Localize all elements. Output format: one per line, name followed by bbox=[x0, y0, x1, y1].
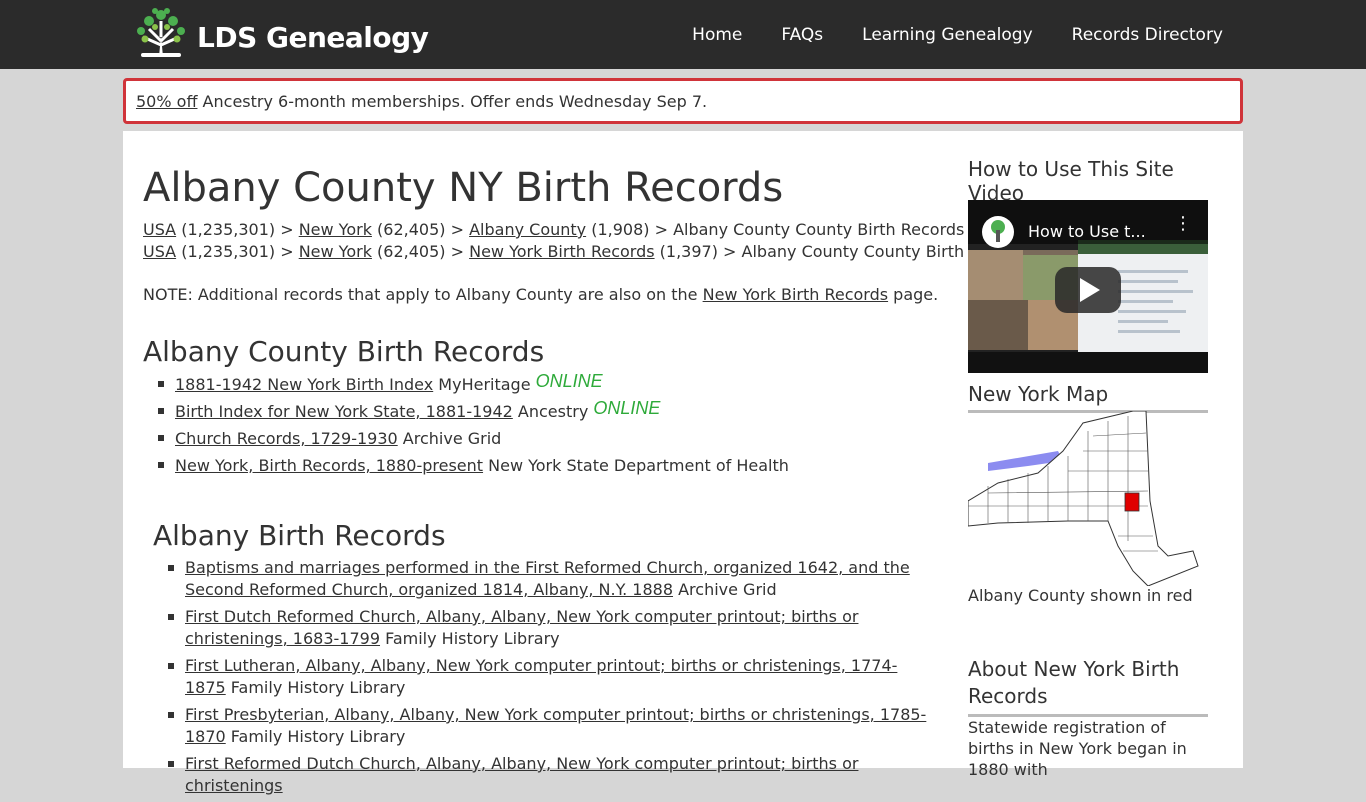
record-source: MyHeritage bbox=[433, 375, 536, 394]
list-item: First Presbyterian, Albany, Albany, New … bbox=[168, 704, 935, 748]
albany-records-list: Baptisms and marriages performed in the … bbox=[153, 557, 935, 802]
nav-home[interactable]: Home bbox=[692, 25, 742, 45]
record-source: Family History Library bbox=[225, 727, 406, 746]
record-source: Family History Library bbox=[380, 629, 560, 648]
video-title[interactable]: How to Use t... bbox=[1028, 222, 1146, 241]
nav-records-directory[interactable]: Records Directory bbox=[1072, 25, 1223, 45]
breadcrumb-link-new-york[interactable]: New York bbox=[299, 242, 372, 261]
record-source: Family History Library bbox=[225, 678, 406, 697]
breadcrumb: USA (1,235,301) > New York (62,405) > Ne… bbox=[143, 241, 1071, 263]
record-link[interactable]: New York, Birth Records, 1880-present bbox=[175, 456, 483, 475]
promo-link[interactable]: 50% off bbox=[136, 92, 197, 111]
record-source: New York State Department of Health bbox=[483, 456, 789, 475]
online-badge: ONLINE bbox=[593, 398, 661, 418]
breadcrumb: USA (1,235,301) > New York (62,405) > Al… bbox=[143, 219, 1071, 241]
breadcrumb-count: (1,235,301) > bbox=[176, 242, 299, 261]
list-item: First Lutheran, Albany, Albany, New York… bbox=[168, 655, 935, 699]
record-link[interactable]: Baptisms and marriages performed in the … bbox=[185, 558, 910, 599]
record-link[interactable]: First Reformed Dutch Church, Albany, Alb… bbox=[185, 754, 858, 795]
site-logo[interactable]: LDS Genealogy bbox=[131, 7, 429, 59]
breadcrumb-count: (1,908) > Albany County County Birth Rec… bbox=[586, 220, 1003, 239]
new-york-map bbox=[968, 411, 1199, 586]
promo-text: 50% off Ancestry 6-month memberships. Of… bbox=[136, 92, 707, 111]
nav-faqs[interactable]: FAQs bbox=[781, 25, 823, 45]
list-item: 1881-1942 New York Birth Index MyHeritag… bbox=[158, 371, 789, 398]
top-navbar: LDS Genealogy Home FAQs Learning Genealo… bbox=[0, 0, 1366, 69]
breadcrumb-link-usa[interactable]: USA bbox=[143, 220, 176, 239]
list-item: Baptisms and marriages performed in the … bbox=[168, 557, 935, 601]
record-link[interactable]: Church Records, 1729-1930 bbox=[175, 429, 398, 448]
record-source: Ancestry bbox=[512, 402, 594, 421]
breadcrumb-count: (62,405) > bbox=[371, 242, 470, 261]
page-title: Albany County NY Birth Records bbox=[143, 165, 784, 211]
record-source: Archive Grid bbox=[397, 429, 502, 448]
list-item: New York, Birth Records, 1880-present Ne… bbox=[158, 452, 789, 479]
breadcrumb-link-usa[interactable]: USA bbox=[143, 242, 176, 261]
sidebar-heading-map: New York Map bbox=[968, 382, 1208, 413]
county-records-list: 1881-1942 New York Birth Index MyHeritag… bbox=[143, 371, 789, 479]
record-link[interactable]: Birth Index for New York State, 1881-194… bbox=[175, 402, 513, 421]
list-item: Birth Index for New York State, 1881-194… bbox=[158, 398, 789, 425]
breadcrumbs: USA (1,235,301) > New York (62,405) > Al… bbox=[143, 219, 1071, 263]
promo-message: Ancestry 6-month memberships. Offer ends… bbox=[197, 92, 708, 111]
list-item: First Reformed Dutch Church, Albany, Alb… bbox=[168, 753, 935, 797]
video-player[interactable]: How to Use t... ⋮ bbox=[968, 200, 1208, 373]
promo-banner: 50% off Ancestry 6-month memberships. Of… bbox=[123, 78, 1243, 124]
note-link[interactable]: New York Birth Records bbox=[703, 285, 888, 304]
content-panel: Albany County NY Birth Records USA (1,23… bbox=[123, 131, 1243, 795]
note-text: NOTE: Additional records that apply to A… bbox=[143, 285, 703, 304]
breadcrumb-link-new-york-birth-records[interactable]: New York Birth Records bbox=[469, 242, 654, 261]
page-note: NOTE: Additional records that apply to A… bbox=[143, 285, 938, 304]
record-source: Archive Grid bbox=[673, 580, 777, 599]
section-heading-albany: Albany Birth Records bbox=[153, 519, 446, 552]
record-link[interactable]: 1881-1942 New York Birth Index bbox=[175, 375, 433, 394]
online-badge: ONLINE bbox=[535, 371, 603, 391]
list-item: First Dutch Reformed Church, Albany, Alb… bbox=[168, 606, 935, 650]
breadcrumb-count: (62,405) > bbox=[371, 220, 470, 239]
nav-learning-genealogy[interactable]: Learning Genealogy bbox=[862, 25, 1032, 45]
note-text: page. bbox=[888, 285, 939, 304]
section-heading-county: Albany County Birth Records bbox=[143, 335, 545, 368]
list-item: Church Records, 1729-1930 Archive Grid bbox=[158, 425, 789, 452]
breadcrumb-link-new-york[interactable]: New York bbox=[299, 220, 372, 239]
about-text: Statewide registration of births in New … bbox=[968, 718, 1187, 779]
sidebar-heading-about: About New York Birth Records bbox=[968, 656, 1208, 717]
main-nav: Home FAQs Learning Genealogy Records Dir… bbox=[692, 25, 1223, 45]
map-caption: Albany County shown in red bbox=[968, 586, 1193, 605]
breadcrumb-link-albany-county[interactable]: Albany County bbox=[469, 220, 586, 239]
breadcrumb-count: (1,235,301) > bbox=[176, 220, 299, 239]
tree-logo-icon bbox=[137, 8, 185, 57]
site-logo-text[interactable]: LDS Genealogy bbox=[197, 21, 429, 54]
more-options-icon[interactable]: ⋮ bbox=[1174, 215, 1192, 233]
